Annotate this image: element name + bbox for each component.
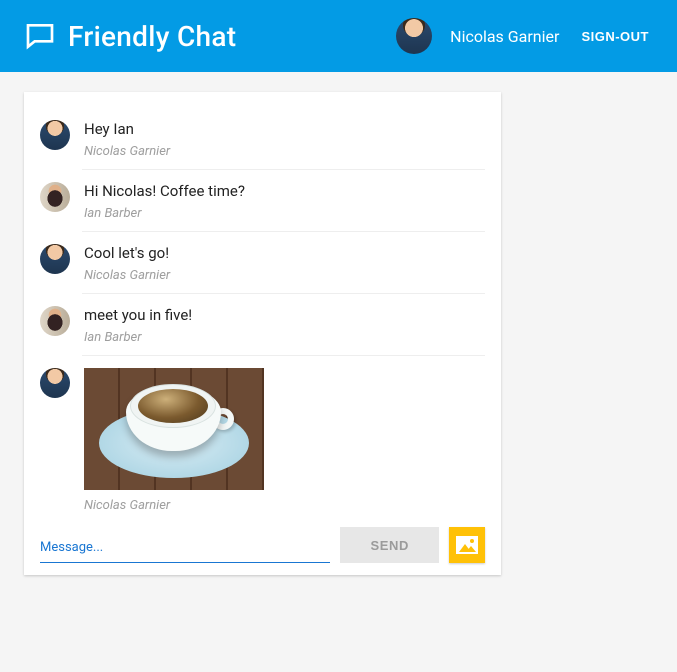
message-avatar <box>40 368 70 398</box>
message-text: Cool let's go! <box>84 244 485 262</box>
message-author: Ian Barber <box>84 206 485 221</box>
sign-out-button[interactable]: SIGN-OUT <box>577 21 653 52</box>
message-text: Hey Ian <box>84 120 485 138</box>
header-right: Nicolas Garnier SIGN-OUT <box>396 18 653 54</box>
message-item: meet you in five! Ian Barber <box>40 294 485 355</box>
message-text: meet you in five! <box>84 306 485 324</box>
chat-bubble-icon <box>24 20 56 52</box>
send-button[interactable]: SEND <box>340 527 439 563</box>
composer-row: Message... SEND <box>40 527 485 563</box>
message-body: Hey Ian Nicolas Garnier <box>84 120 485 159</box>
message-item: Hey Ian Nicolas Garnier <box>40 108 485 169</box>
message-author: Nicolas Garnier <box>84 268 485 283</box>
app-title: Friendly Chat <box>68 20 236 53</box>
chat-card: Hey Ian Nicolas Garnier Hi Nicolas! Coffee… <box>24 92 501 575</box>
header-left: Friendly Chat <box>24 20 236 53</box>
app-header: Friendly Chat Nicolas Garnier SIGN-OUT <box>0 0 677 72</box>
main-area: Hey Ian Nicolas Garnier Hi Nicolas! Coffee… <box>0 72 677 595</box>
upload-image-button[interactable] <box>449 527 485 563</box>
message-author: Nicolas Garnier <box>84 144 485 159</box>
message-item: Hi Nicolas! Coffee time? Ian Barber <box>40 170 485 231</box>
message-avatar <box>40 182 70 212</box>
message-input[interactable] <box>40 538 330 563</box>
message-item: Cool let's go! Nicolas Garnier <box>40 232 485 293</box>
message-author: Ian Barber <box>84 330 485 345</box>
message-body: meet you in five! Ian Barber <box>84 306 485 345</box>
message-body: Hi Nicolas! Coffee time? Ian Barber <box>84 182 485 221</box>
message-body: Nicolas Garnier <box>84 368 485 513</box>
message-avatar <box>40 120 70 150</box>
message-avatar <box>40 244 70 274</box>
image-icon <box>456 536 478 554</box>
message-item: Nicolas Garnier <box>40 356 485 523</box>
messages-list: Hey Ian Nicolas Garnier Hi Nicolas! Coffee… <box>40 108 485 523</box>
message-author: Nicolas Garnier <box>84 498 485 513</box>
message-image[interactable] <box>84 368 264 490</box>
message-body: Cool let's go! Nicolas Garnier <box>84 244 485 283</box>
current-user-name: Nicolas Garnier <box>450 27 559 46</box>
current-user-avatar[interactable] <box>396 18 432 54</box>
message-avatar <box>40 306 70 336</box>
message-input-wrap: Message... <box>40 538 330 563</box>
message-text: Hi Nicolas! Coffee time? <box>84 182 485 200</box>
